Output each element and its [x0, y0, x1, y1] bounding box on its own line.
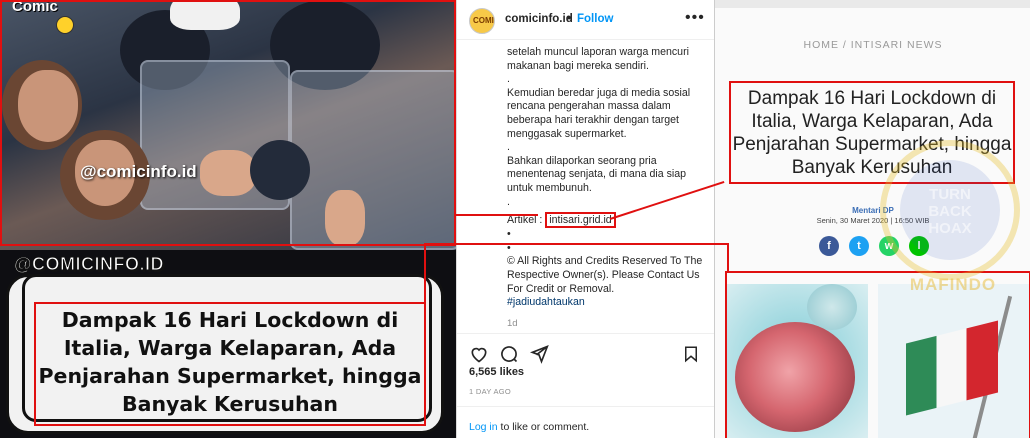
bookmark-icon[interactable] [682, 344, 700, 364]
credits-text: © All Rights and Credits Reserved To The… [507, 255, 703, 295]
browser-top-bar [715, 0, 1030, 8]
connector-line [456, 214, 538, 216]
stamp-bottom-text: MAFINDO [909, 275, 997, 294]
connector-line [727, 243, 729, 273]
connector-line [424, 243, 729, 245]
login-prompt: Log in to like or comment. [469, 421, 590, 433]
likes-count[interactable]: 6,565 likes [469, 366, 524, 378]
headline-banner: @COMICINFO.ID Dampak 16 Hari Lockdown di… [0, 250, 456, 438]
caption-line: Kemudian beredar juga di media sosial re… [507, 86, 691, 140]
caption-timestamp: 1d [507, 318, 518, 329]
banner-handle: @COMICINFO.ID [13, 254, 165, 275]
stamp-top-text: TURN BACK HOAX [928, 186, 972, 237]
post-image-panel: Comic @comicinfo.id @COMICINFO.ID Dampak… [0, 0, 456, 438]
instagram-post: COMIC comicinfo.id • Follow ••• setelah … [456, 0, 715, 438]
post-time-ago: 1 DAY AGO [469, 387, 512, 396]
share-icon[interactable] [529, 344, 549, 364]
separator-dot: • [567, 13, 572, 25]
caption-line: setelah muncul laporan warga mencuri mak… [507, 46, 689, 72]
follow-button[interactable]: Follow [577, 13, 613, 25]
connector-line [424, 246, 426, 306]
more-options-icon[interactable]: ••• [685, 9, 705, 27]
post-caption: setelah muncul laporan warga mencuri mak… [507, 46, 707, 310]
login-footer: Log in to like or comment. [457, 406, 715, 438]
hashtag-link[interactable]: #jadiudahtaukan [507, 296, 707, 310]
breadcrumb-section[interactable]: INTISARI NEWS [851, 39, 943, 51]
heart-icon[interactable] [469, 344, 489, 364]
banner-title: Dampak 16 Hari Lockdown di Italia, Warga… [34, 302, 426, 426]
post-header: COMIC comicinfo.id • Follow ••• [457, 0, 715, 40]
twitter-share-icon[interactable]: t [849, 236, 869, 256]
facebook-share-icon[interactable]: f [819, 236, 839, 256]
photo-highlight-box [0, 0, 456, 246]
caption-line: Bahkan dilaporkan seorang pria menentena… [507, 154, 687, 194]
avatar[interactable]: COMIC [469, 8, 495, 34]
caption-dot: • [507, 228, 511, 241]
image-highlight-box [725, 271, 1030, 438]
breadcrumb: HOME / INTISARI NEWS [803, 39, 943, 51]
breadcrumb-home[interactable]: HOME [803, 39, 839, 51]
login-link[interactable]: Log in [469, 421, 498, 433]
caption-line: . [507, 141, 510, 154]
username-link[interactable]: comicinfo.id [505, 13, 573, 25]
comment-icon[interactable] [499, 344, 519, 364]
caption-line: . [507, 73, 510, 86]
article-source-link[interactable]: intisari.grid.id [545, 212, 616, 229]
